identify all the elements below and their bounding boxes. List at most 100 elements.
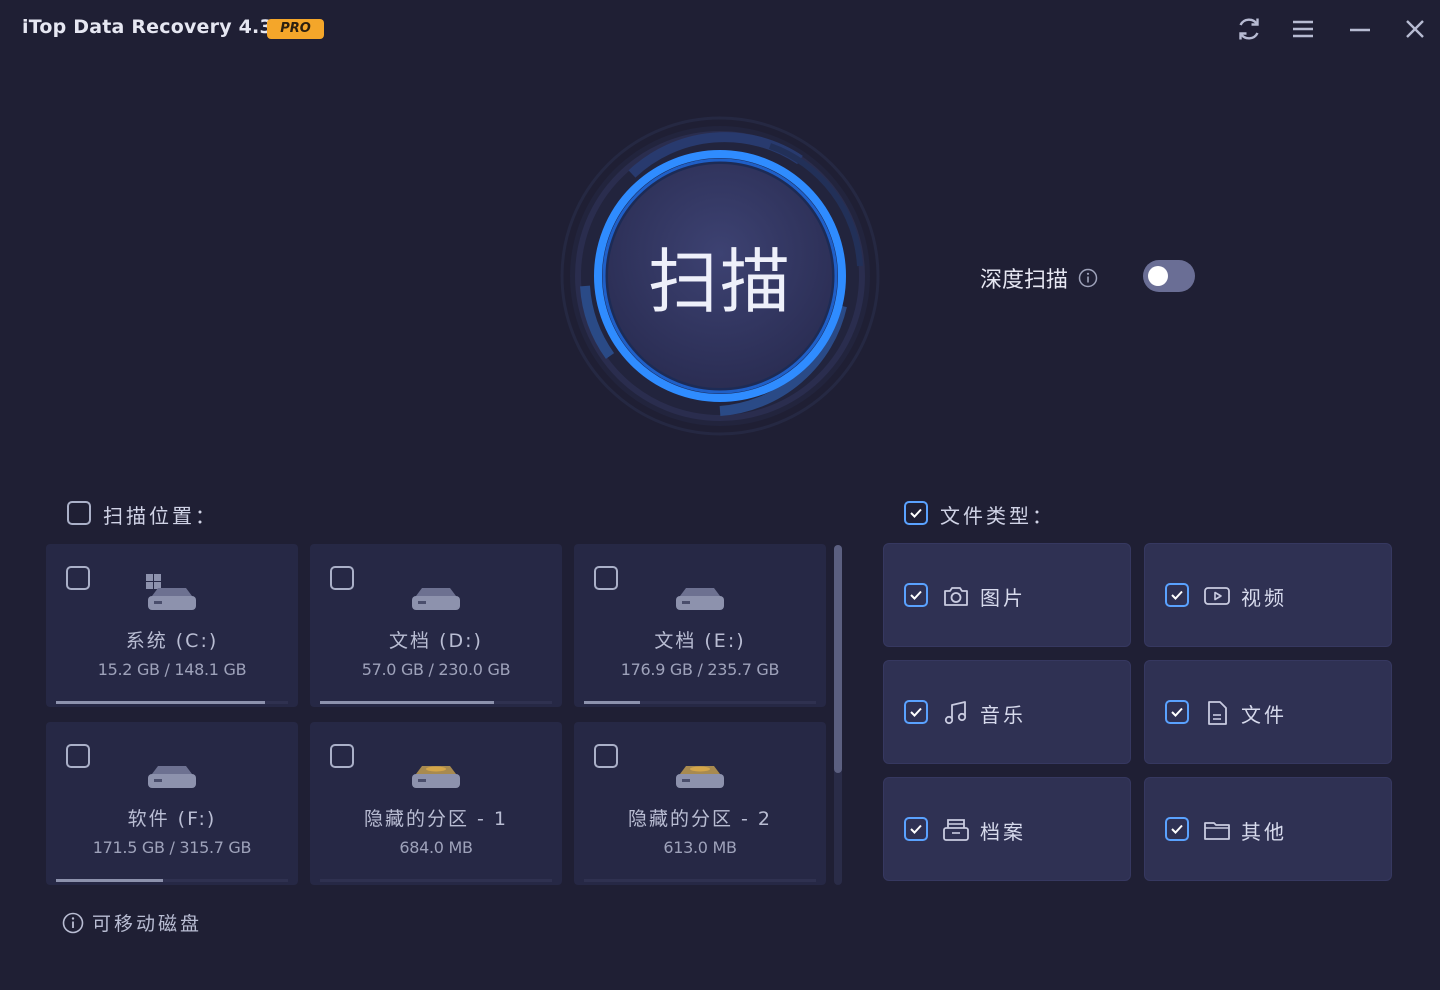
- file-type-card-videos[interactable]: 视频: [1144, 543, 1392, 647]
- file-type-checkbox[interactable]: [1165, 817, 1189, 841]
- refresh-icon: [1239, 18, 1259, 40]
- file-type-checkbox[interactable]: [904, 817, 928, 841]
- pro-badge: PRO: [267, 19, 324, 39]
- scrollbar-thumb[interactable]: [834, 545, 842, 773]
- close-button[interactable]: [1398, 12, 1432, 46]
- removable-disk-label: 可移动磁盘: [92, 913, 203, 935]
- check-icon: [910, 707, 922, 717]
- music-icon: [944, 701, 967, 725]
- drive-checkbox[interactable]: [66, 566, 90, 590]
- file-type-card-pictures[interactable]: 图片: [883, 543, 1131, 647]
- file-type-label: 文件: [1241, 703, 1287, 727]
- drive-name: 文档 (E:): [654, 630, 746, 652]
- file-type-label: 图片: [980, 586, 1026, 610]
- check-icon: [910, 508, 922, 518]
- drive-checkbox[interactable]: [330, 744, 354, 768]
- camera-icon: [944, 587, 968, 606]
- file-type-label: 视频: [1241, 586, 1287, 610]
- drive-usage-bar: [56, 879, 288, 882]
- drive-checkbox[interactable]: [330, 566, 354, 590]
- file-type-label: 其他: [1241, 820, 1287, 844]
- drive-usage-bar: [320, 701, 552, 704]
- file-type-card-archives[interactable]: 档案: [883, 777, 1131, 881]
- drive-name: 系统 (C:): [125, 630, 219, 652]
- drive-card[interactable]: 文档 (E:) 176.9 GB / 235.7 GB: [574, 544, 826, 707]
- hidden-partition-icon: [412, 766, 460, 788]
- drive-icon: [412, 588, 460, 610]
- drive-list: 系统 (C:) 15.2 GB / 148.1 GB 文档 (D:) 57.0 …: [46, 544, 846, 889]
- drive-card[interactable]: 软件 (F:) 171.5 GB / 315.7 GB: [46, 722, 298, 885]
- drive-usage-fill: [320, 701, 494, 704]
- hidden-partition-icon: [676, 766, 724, 788]
- archive-icon: [943, 819, 969, 841]
- scan-button[interactable]: 扫描: [608, 164, 832, 388]
- drive-card[interactable]: 文档 (D:) 57.0 GB / 230.0 GB: [310, 544, 562, 707]
- video-icon: [1204, 587, 1230, 605]
- scan-location-label: 扫描位置：: [103, 504, 218, 528]
- drive-icon: [676, 588, 724, 610]
- file-type-card-documents[interactable]: 文件: [1144, 660, 1392, 764]
- deep-scan-label: 深度扫描: [980, 268, 1069, 293]
- scan-label: 扫描: [648, 240, 792, 323]
- drive-checkbox[interactable]: [594, 566, 618, 590]
- file-type-checkbox[interactable]: [904, 583, 928, 607]
- drive-card[interactable]: 隐藏的分区 - 2 613.0 MB: [574, 722, 826, 885]
- minimize-button[interactable]: [1343, 12, 1377, 46]
- drive-size: 15.2 GB / 148.1 GB: [97, 660, 247, 679]
- drive-size: 613.0 MB: [663, 838, 737, 857]
- check-icon: [1171, 707, 1183, 717]
- drive-usage-bar: [56, 701, 288, 704]
- drive-card[interactable]: 系统 (C:) 15.2 GB / 148.1 GB: [46, 544, 298, 707]
- drive-size: 171.5 GB / 315.7 GB: [92, 838, 252, 857]
- drive-usage-fill: [56, 701, 265, 704]
- drive-name: 文档 (D:): [389, 630, 483, 652]
- drive-usage-bar: [584, 879, 816, 882]
- drive-usage-bar: [584, 701, 816, 704]
- scan-location-checkbox[interactable]: [67, 501, 91, 525]
- file-type-checkbox[interactable]: [1165, 700, 1189, 724]
- drive-name: 隐藏的分区 - 1: [363, 808, 509, 830]
- drive-size: 176.9 GB / 235.7 GB: [620, 660, 780, 679]
- drive-name: 软件 (F:): [127, 808, 217, 830]
- file-type-card-music[interactable]: 音乐: [883, 660, 1131, 764]
- refresh-button[interactable]: [1232, 12, 1266, 46]
- drive-list-scrollbar[interactable]: [834, 545, 842, 885]
- deep-scan-option: 深度扫描: [980, 262, 1098, 294]
- drive-checkbox[interactable]: [66, 744, 90, 768]
- drive-size: 684.0 MB: [399, 838, 473, 857]
- app-window: iTop Data Recovery 4.3 PRO 扫描 深度扫描 扫描位置：…: [0, 0, 1440, 990]
- close-icon: [1406, 20, 1424, 38]
- info-icon: [62, 912, 84, 933]
- file-type-checkbox[interactable]: [1165, 583, 1189, 607]
- drive-icon: [148, 766, 196, 788]
- menu-icon: [1293, 20, 1313, 38]
- check-icon: [910, 590, 922, 600]
- drive-usage-bar: [320, 879, 552, 882]
- drive-name: 隐藏的分区 - 2: [627, 808, 773, 830]
- menu-button[interactable]: [1286, 12, 1320, 46]
- deep-scan-toggle[interactable]: [1143, 260, 1195, 292]
- drive-card[interactable]: 隐藏的分区 - 1 684.0 MB: [310, 722, 562, 885]
- removable-disk-link[interactable]: 可移动磁盘: [62, 909, 202, 936]
- title-bar: iTop Data Recovery 4.3 PRO: [0, 0, 1440, 58]
- check-icon: [1171, 590, 1183, 600]
- drive-usage-fill: [584, 701, 640, 704]
- file-types-label: 文件类型：: [940, 504, 1055, 528]
- check-icon: [910, 824, 922, 834]
- file-type-checkbox[interactable]: [904, 700, 928, 724]
- file-types-checkbox[interactable]: [904, 501, 928, 525]
- app-title: iTop Data Recovery 4.3: [22, 16, 273, 38]
- minimize-icon: [1350, 28, 1370, 32]
- info-icon[interactable]: [1078, 268, 1098, 288]
- check-icon: [1171, 824, 1183, 834]
- file-type-label: 音乐: [980, 703, 1026, 727]
- document-icon: [1208, 701, 1227, 725]
- file-type-label: 档案: [980, 820, 1026, 844]
- toggle-knob: [1148, 266, 1168, 286]
- system-drive-icon: [146, 574, 196, 610]
- drive-size: 57.0 GB / 230.0 GB: [361, 660, 511, 679]
- folder-icon: [1204, 822, 1230, 840]
- drive-checkbox[interactable]: [594, 744, 618, 768]
- file-type-card-other[interactable]: 其他: [1144, 777, 1392, 881]
- scan-button-area: 扫描: [560, 116, 880, 436]
